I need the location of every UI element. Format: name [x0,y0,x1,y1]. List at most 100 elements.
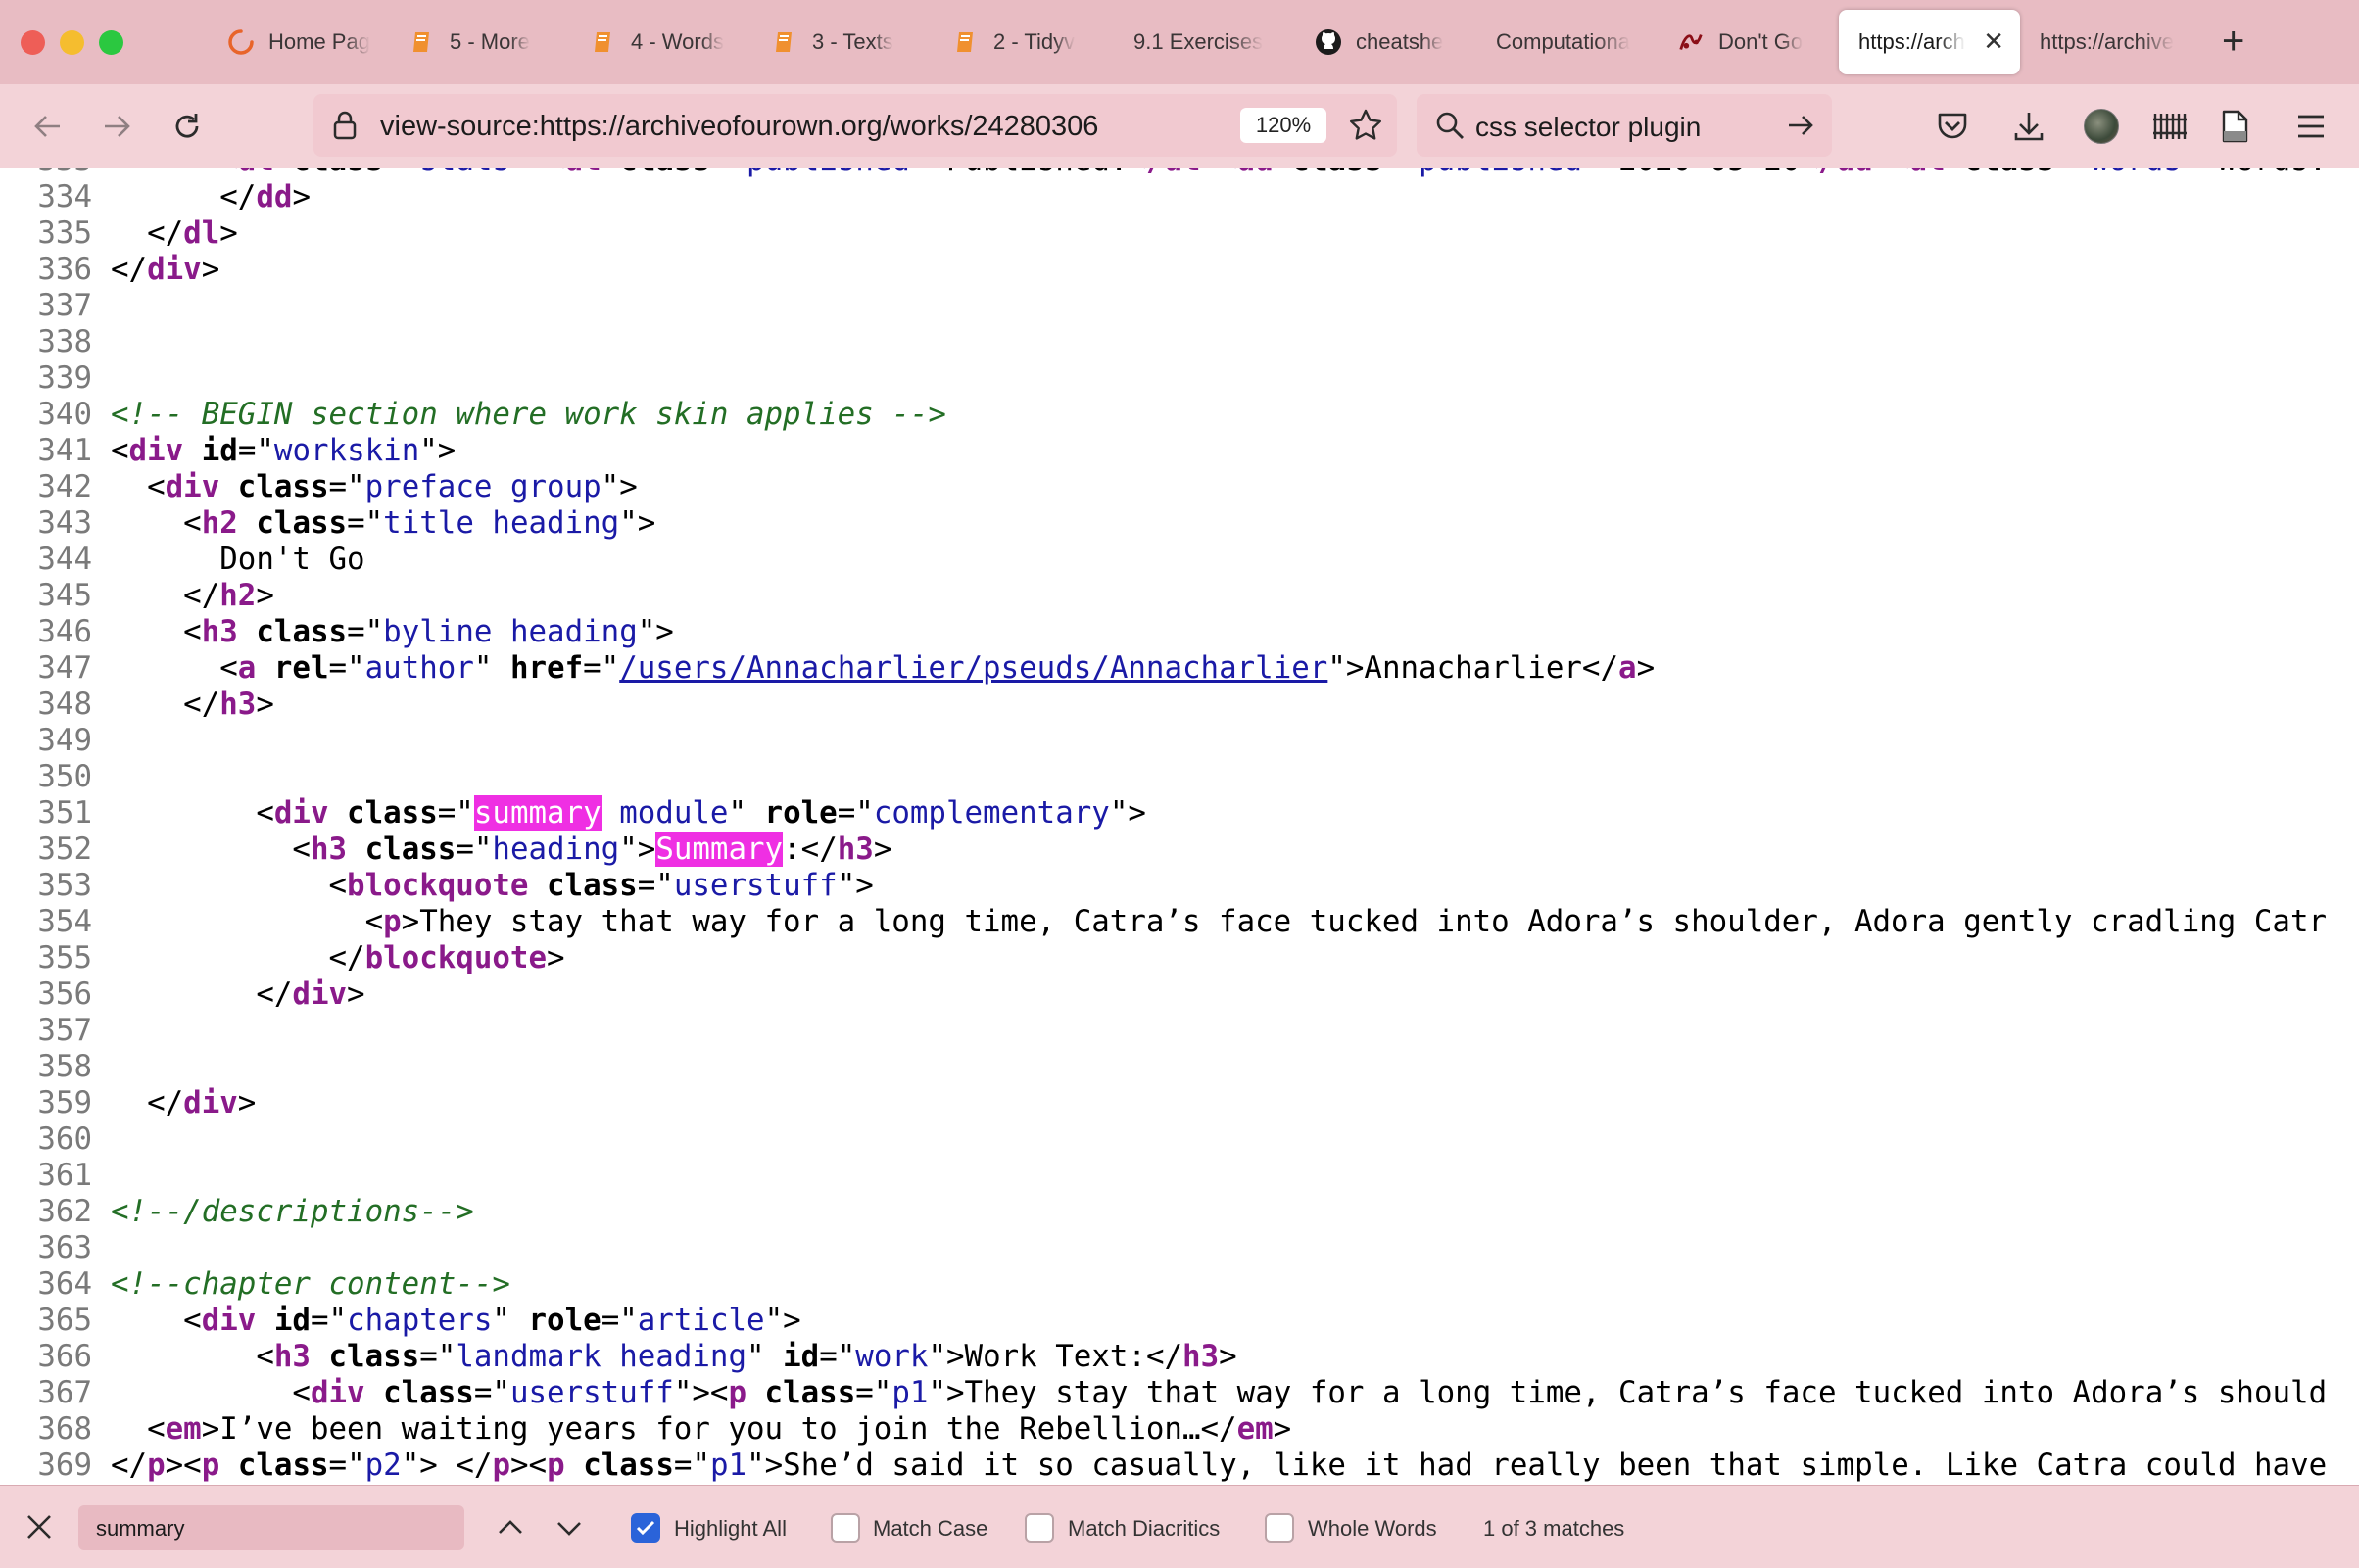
zoom-level-badge[interactable]: 120% [1240,108,1326,143]
tab-label: Home Pag [268,29,370,54]
reload-button[interactable] [165,104,210,149]
tab-label: 5 - More [450,29,530,54]
reader-view-button[interactable] [2212,104,2257,149]
close-icon[interactable]: ✕ [1983,28,2004,54]
line-number: 353 [37,868,92,903]
tab-label: Don't Go [1718,29,1804,54]
line-number: 343 [37,505,92,541]
chevron-up-icon[interactable] [496,1513,525,1547]
source-line: 365 <div id="chapters" role="article"> [0,1303,2327,1339]
source-line: 364 <!--chapter content--> [0,1266,2327,1303]
library-icon [2153,114,2187,139]
lock-icon [331,110,359,146]
source-line: 345 </h2> [0,578,2327,614]
tab-active-view-source[interactable]: https://arch ✕ [1839,10,2020,74]
match-case-label[interactable]: Match Case [873,1516,987,1542]
line-number: 342 [37,469,92,504]
chevron-down-icon[interactable] [554,1513,584,1547]
source-code: <blockquote class="userstuff"> [111,868,874,903]
source-code: <h3 class="byline heading"> [111,614,674,649]
tab-more[interactable]: 5 - More [389,10,570,74]
source-code: </dd> [111,179,311,214]
whole-words-label[interactable]: Whole Words [1308,1516,1437,1542]
tab-home[interactable]: Home Pag [208,10,389,74]
page-icon [2222,110,2248,143]
forward-button[interactable] [94,104,139,149]
account-button[interactable] [2079,104,2124,149]
source-line: 349 [0,723,2327,759]
source-line: 352 <h3 class="heading">Summary:</h3> [0,832,2327,868]
match-case-checkbox[interactable] [831,1513,860,1543]
source-code: <p>They stay that way for a long time, C… [111,904,2328,939]
line-number: 347 [37,650,92,686]
whole-words-checkbox[interactable] [1265,1513,1294,1543]
menu-button[interactable] [2288,104,2334,149]
source-code: <div class="preface group"> [111,469,638,504]
source-code: <h2 class="title heading"> [111,505,656,541]
search-bar[interactable]: css selector plugin [1417,94,1832,157]
tab-dont-go[interactable]: Don't Go [1658,10,1839,74]
source-line: 367 <div class="userstuff"><p class="p1"… [0,1375,2327,1411]
search-go-icon[interactable] [1785,110,1816,146]
source-line: 354 <p>They stay that way for a long tim… [0,904,2327,940]
library-button[interactable] [2147,104,2192,149]
source-line: 350 [0,759,2327,795]
line-number: 359 [37,1085,92,1120]
tab-label: 3 - Texts [812,29,893,54]
back-button[interactable] [25,104,71,149]
download-icon [2014,113,2044,141]
find-query[interactable]: summary [96,1516,184,1542]
source-line: 368 <em>I’ve been waiting years for you … [0,1411,2327,1448]
source-line: 366 <h3 class="landmark heading" id="wor… [0,1339,2327,1375]
line-number: 356 [37,976,92,1012]
find-bar: summary Highlight All Match Case Match D… [0,1485,2359,1568]
match-diacritics-checkbox[interactable] [1025,1513,1054,1543]
line-number: 363 [37,1230,92,1265]
source-line: 356 </div> [0,976,2327,1013]
tab-archive[interactable]: https://archive [2020,10,2201,74]
pocket-button[interactable] [1930,104,1975,149]
tab-texts[interactable]: 3 - Texts [751,10,933,74]
source-code: <h3 class="heading">Summary:</h3> [111,832,892,867]
source-code: <div id="workskin"> [111,433,457,468]
source-line: 341 <div id="workskin"> [0,433,2327,469]
close-icon[interactable] [25,1513,53,1545]
tab-label: https://archive [2040,29,2174,54]
bookmark-star-icon[interactable] [1348,108,1383,148]
tab-tidyverse[interactable]: 2 - Tidyv [933,10,1114,74]
line-number: 339 [37,360,92,396]
new-tab-button[interactable]: + [2222,22,2244,61]
line-number: 333 [0,168,111,179]
highlight-all-label[interactable]: Highlight All [674,1516,787,1542]
line-number: 338 [37,324,92,359]
tab-cheatsheet[interactable]: cheatshe [1295,10,1476,74]
source-line: 344 Don't Go [0,542,2327,578]
line-number: 368 [37,1411,92,1447]
line-number: 364 [37,1266,92,1302]
tab-computational[interactable]: Computationa [1476,10,1658,74]
search-input[interactable]: css selector plugin [1475,112,1701,143]
source-code: </h2> [111,578,274,613]
line-number: 348 [37,687,92,722]
window-close-button[interactable] [21,30,45,55]
highlight-all-checkbox[interactable] [631,1513,660,1543]
line-number: 358 [37,1049,92,1084]
tab-words[interactable]: 4 - Words [570,10,751,74]
match-diacritics-label[interactable]: Match Diacritics [1068,1516,1220,1542]
find-input[interactable]: summary [78,1505,464,1550]
source-code: </dl> [111,215,238,251]
window-minimize-button[interactable] [60,30,84,55]
url-text[interactable]: view-source:https://archiveofourown.org/… [380,111,1098,143]
source-code: </div> [111,252,220,287]
url-bar[interactable]: view-source:https://archiveofourown.org/… [313,94,1397,157]
arrow-right-icon [105,116,130,137]
source-line: 346 <h3 class="byline heading"> [0,614,2327,650]
book-icon [409,28,436,56]
source-view[interactable]: 333 <dt class="stats"><dt class="publish… [0,168,2359,1485]
downloads-button[interactable] [2006,104,2051,149]
tab-exercises[interactable]: 9.1 Exercises [1114,10,1295,74]
window-maximize-button[interactable] [99,30,123,55]
source-line: 343 <h2 class="title heading"> [0,505,2327,542]
search-icon [1434,110,1466,146]
source-link[interactable]: /users/Annacharlier/pseuds/Annacharlier [619,650,1327,686]
